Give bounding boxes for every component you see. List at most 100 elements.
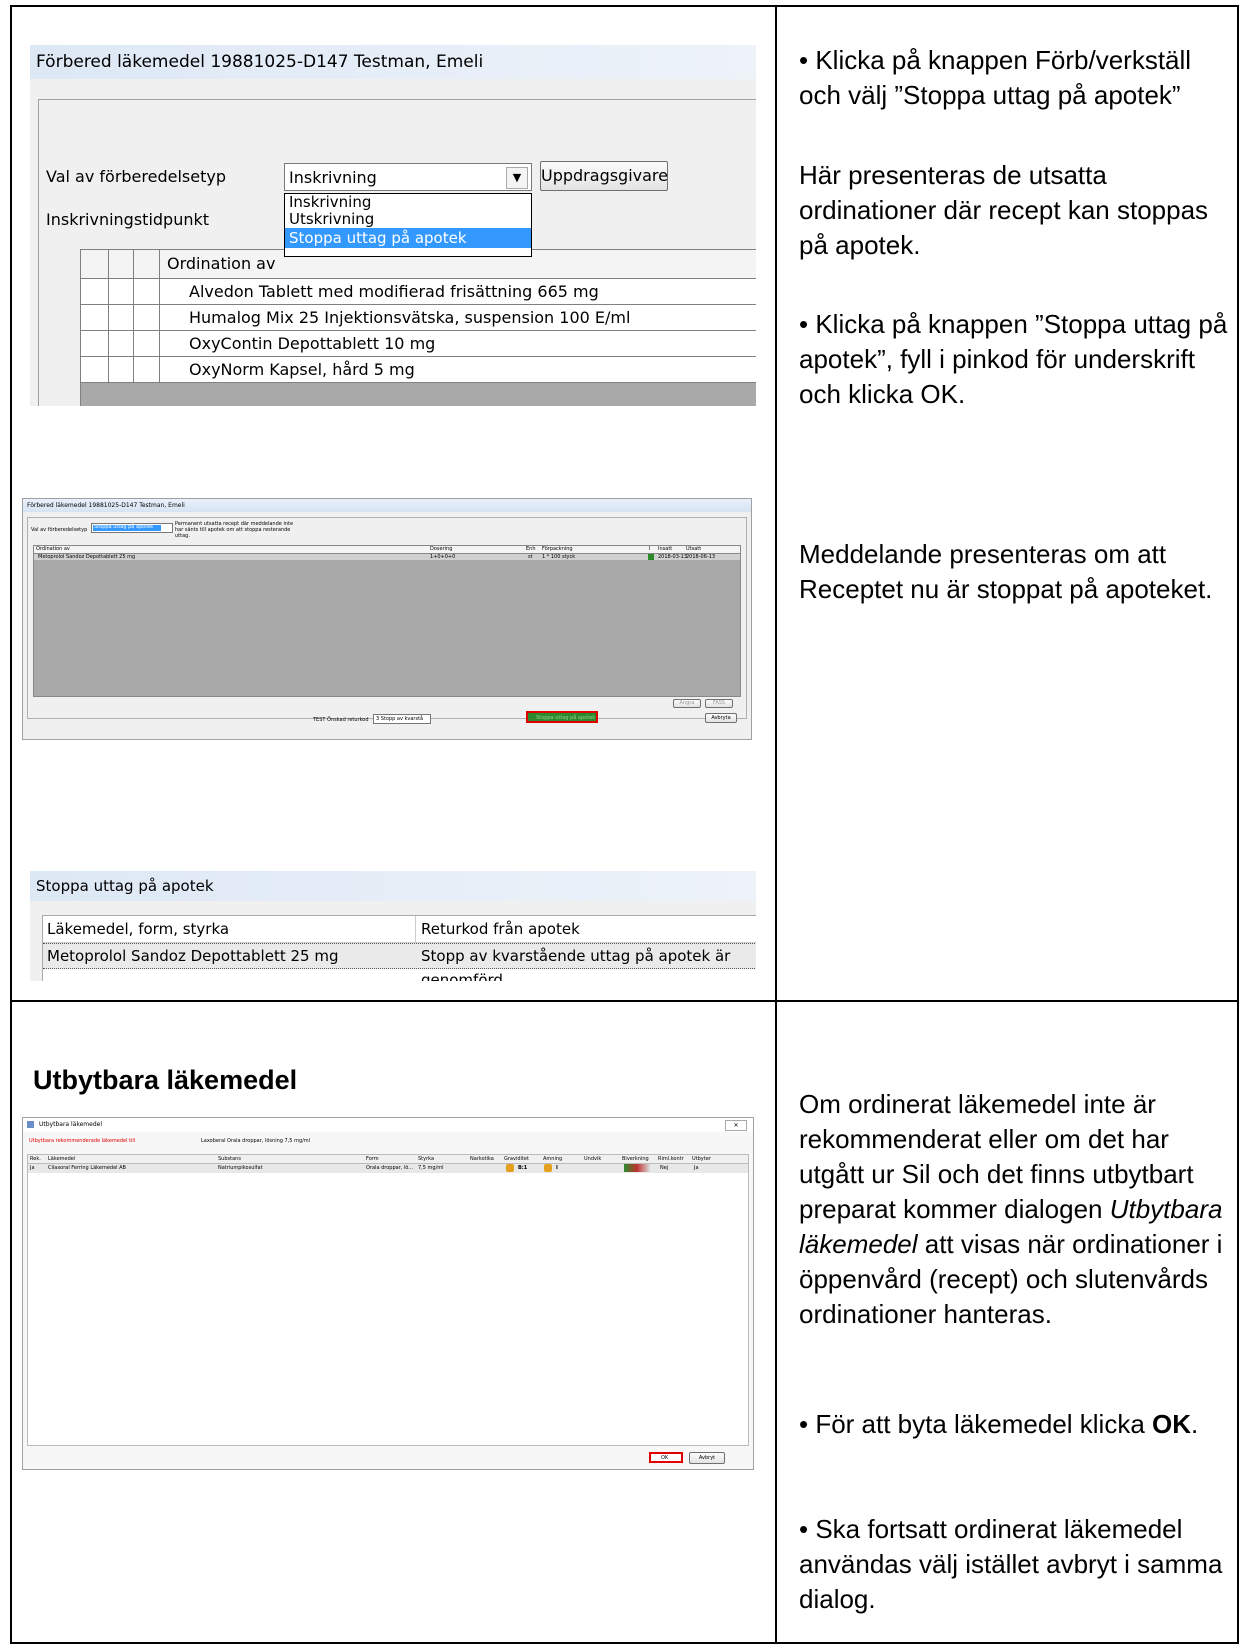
app-icon [27,1121,34,1128]
forbered-lakemedel-window: Förbered läkemedel 19881025-D147 Testman… [30,45,756,406]
row-cell: I [556,1165,558,1171]
ordination-table: Ordination av Dosering Enh Förpackning I… [33,545,741,697]
button-label: OK [661,1455,669,1461]
close-icon[interactable]: ✕ [725,1120,747,1131]
combo-value: Stoppa uttag på apotek [94,524,154,530]
column-header: Substans [218,1156,241,1162]
stoppa-uttag-button[interactable]: Stoppa uttag på apotek [526,711,598,723]
forberedelsetyp-select[interactable]: Inskrivning ▼ [284,163,532,191]
instruction-6: • För att byta läkemedel klicka OK. [799,1407,1239,1442]
utbytbara-table: Rek. Läkemedel Substans Form Styrka Nark… [27,1154,749,1446]
column-header: Enh [526,546,536,552]
table-row[interactable]: Metoprolol Sandoz Depottablett 25 mg 1+0… [34,554,740,560]
forbered-lakemedel-stoppa-window: Förbered läkemedel 19881025-D147 Testman… [22,498,752,740]
column-header: Läkemedel [48,1156,76,1162]
button-label: Stoppa uttag på apotek [536,715,596,721]
column-header: I [649,546,651,552]
row-label: Alvedon Tablett med modifierad frisättni… [189,282,599,301]
row-cell: Ja [694,1165,699,1171]
column-header: Utsatt [686,546,702,552]
uppdragsgivare-button[interactable]: Uppdragsgivare [540,161,668,191]
angra-button[interactable]: Ångra [673,699,701,708]
section-heading: Utbytbara läkemedel [33,1065,298,1095]
row-cell: Ja [30,1165,35,1171]
returkod-select[interactable]: 3 Stopp av kvarstå [373,714,431,724]
ok-button[interactable]: OK [649,1452,683,1463]
instruction-3: • Klicka på knappen ”Stoppa uttag på apo… [799,309,1228,409]
stoppa-uttag-window: Stoppa uttag på apotek Läkemedel, form, … [30,871,756,981]
side-effect-icon [624,1164,650,1172]
recommend-label: Utbytbara rekommenderade läkemedel till [29,1138,136,1144]
chevron-down-icon[interactable]: ▼ [506,167,528,189]
instruction-4: Meddelande presenteras om att Receptet n… [799,539,1213,604]
table-row[interactable]: OxyNorm Kapsel, hård 5 mg [81,357,756,383]
val-av-forberedelsetyp-label: Val av förberedelsetyp [46,167,226,186]
val-av-forberedelsetyp-label: Val av förberedelsetyp [31,527,88,533]
forberedelsetyp-dropdown[interactable]: Inskrivning Utskrivning Stoppa uttag på … [284,193,532,257]
window-title: Förbered läkemedel 19881025-D147 Testman… [23,499,751,512]
table-row[interactable]: Metoprolol Sandoz Depottablett 25 mg Sto… [43,943,756,981]
info-text: Permanent utsatta recept där meddelande … [175,521,294,539]
inskrivningstidpunkt-label: Inskrivningstidpunkt [46,210,210,229]
table-row[interactable]: Alvedon Tablett med modifierad frisättni… [81,279,756,305]
pregnancy-icon [506,1164,514,1172]
recommend-value: Laxoberal Orala droppar, lösning 7,5 mg/… [201,1138,311,1144]
returkod-value: 3 Stopp av kvarstå [376,716,424,722]
column-header: Narkotika [470,1156,494,1162]
column-header: Riml.kontr [658,1156,684,1162]
row-cell: 7,5 mg/ml [418,1165,444,1171]
row-cell: Natriumpikosulfat [218,1165,263,1171]
table-column-divider [775,5,777,1644]
column-header: Biverkning [622,1156,649,1162]
dropdown-option-selected[interactable]: Stoppa uttag på apotek [285,228,531,248]
column-header: Utbyter [692,1156,711,1162]
column-header: Styrka [418,1156,435,1162]
row-label: OxyContin Depottablett 10 mg [189,334,436,353]
fass-button[interactable]: FASS [705,699,733,708]
row-cell: 2018-03-13 [658,554,688,560]
table-row[interactable]: Humalog Mix 25 Injektionsvätska, suspens… [81,305,756,331]
row-cell: 2018-06-13 [686,554,716,560]
table-border-bottom [10,1642,1239,1644]
ok-emphasis: OK [1152,1409,1192,1439]
table-row-divider [10,1000,1239,1002]
instruction-2: Här presenteras de utsatta ordinationer … [799,160,1209,260]
table-row[interactable]: Ja Cilaxoral Ferring Läkemedel AB Natriu… [28,1164,748,1173]
table-row[interactable]: OxyContin Depottablett 10 mg [81,331,756,357]
table-border-top [10,5,1239,7]
table-border-left [10,5,12,1644]
row-label: OxyNorm Kapsel, hård 5 mg [189,360,415,379]
avbryt-button[interactable]: Avbryt [689,1452,725,1464]
row-cell: Metoprolol Sandoz Depottablett 25 mg [47,947,339,965]
row-cell: Metoprolol Sandoz Depottablett 25 mg [38,554,136,560]
column-header: Dosering [430,546,453,552]
column-header-ordination: Ordination av [167,254,276,273]
result-table: Läkemedel, form, styrka Returkod från ap… [42,915,756,981]
row-cell: 1 * 100 styck [542,554,576,560]
row-cell: Orala droppar, lö... [366,1165,414,1171]
row-label: Humalog Mix 25 Injektionsvätska, suspens… [189,308,631,327]
instruction-7: • Ska fortsatt ordinerat läkemedel använ… [799,1514,1223,1614]
forberedelsetyp-select[interactable]: Stoppa uttag på apotek [91,523,173,533]
column-header: Ordination av [36,546,70,552]
ordination-table: Ordination av Alvedon Tablett med modifi… [80,249,756,406]
column-header: Returkod från apotek [421,920,580,938]
column-header: Graviditet [504,1156,529,1162]
row-cell: st [528,554,533,560]
row-cell: Nej [660,1165,669,1171]
avbryt-button[interactable]: Avbryta [705,713,737,723]
status-indicator [648,554,654,560]
row-cell: Stopp av kvarstående uttag på apotek är … [421,947,731,981]
utbytbara-lakemedel-window: Utbytbara läkemedel ✕ Utbytbara rekommen… [22,1117,754,1470]
dropdown-option[interactable]: Utskrivning [285,211,531,228]
column-header: Undvik [584,1156,602,1162]
text-part: • För att byta läkemedel klicka [799,1409,1153,1439]
instruction-1: • Klicka på knappen Förb/verkställ och v… [799,45,1192,110]
dropdown-option[interactable]: Inskrivning [285,194,531,211]
instruction-5: Om ordinerat läkemedel inte är rekommend… [799,1087,1239,1332]
window-title: Stoppa uttag på apotek [30,871,756,901]
text-part: . [1191,1409,1199,1439]
column-header: Form [366,1156,379,1162]
window-title: Förbered läkemedel 19881025-D147 Testman… [30,45,756,79]
column-header: Läkemedel, form, styrka [47,920,230,938]
